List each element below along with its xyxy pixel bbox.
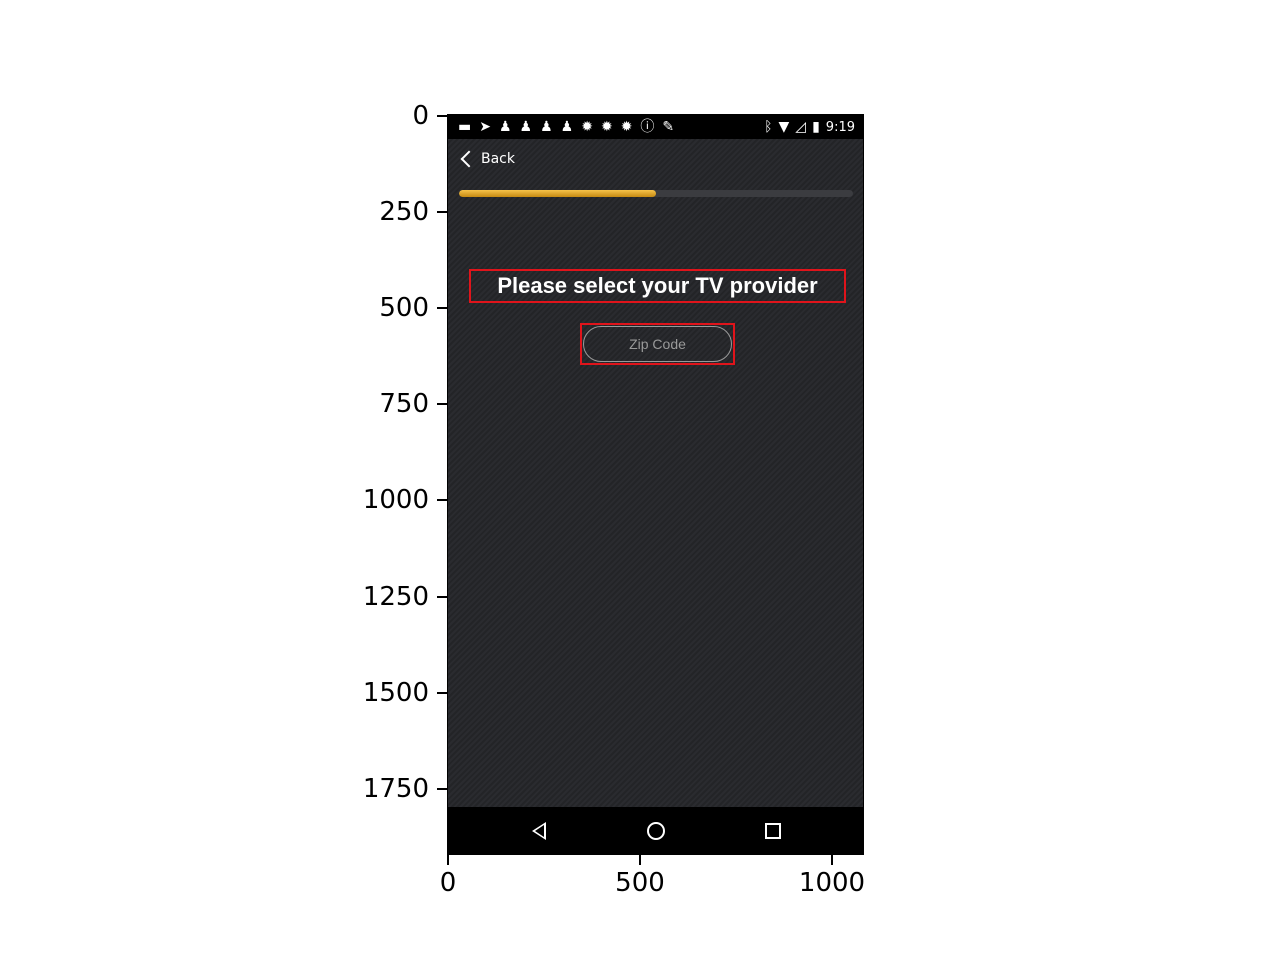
system-icons: ᛒ ▼ ◿ ▮ 9:19 xyxy=(764,120,863,135)
back-label: Back xyxy=(481,151,515,167)
zip-highlight xyxy=(580,323,735,365)
y-tick-mark xyxy=(437,403,447,405)
x-tick-mark xyxy=(639,855,641,865)
status-bar: ▬ ➤ ♟ ♟ ♟ ♟ ✹ ✹ ✹ ⓘ ✎ ᛒ ▼ ◿ ▮ 9:19 xyxy=(448,115,863,139)
app-content: Back Please select your TV provider xyxy=(448,139,863,807)
y-tick-label: 1750 xyxy=(362,774,429,804)
chess-pawn-icon: ♟ xyxy=(540,119,553,135)
y-tick-mark xyxy=(437,499,447,501)
bluetooth-icon: ᛒ xyxy=(764,119,773,135)
y-tick-label: 1000 xyxy=(362,485,429,515)
nav-recents-icon[interactable] xyxy=(765,823,781,839)
y-tick-label: 500 xyxy=(379,293,429,323)
y-tick-label: 1500 xyxy=(362,678,429,708)
progress-bar xyxy=(459,190,853,197)
nav-back-icon[interactable] xyxy=(532,822,546,840)
no-signal-icon: ◿ xyxy=(795,119,807,135)
title-highlight: Please select your TV provider xyxy=(469,269,846,303)
battery-icon: ▮ xyxy=(812,119,820,135)
status-time: 9:19 xyxy=(825,119,855,135)
y-tick-label: 1250 xyxy=(362,582,429,612)
x-tick-label: 1000 xyxy=(798,868,866,898)
nav-home-icon[interactable] xyxy=(647,822,665,840)
send-icon: ➤ xyxy=(479,119,491,135)
y-tick-label: 250 xyxy=(379,197,429,227)
y-tick-label: 750 xyxy=(379,389,429,419)
x-tick-mark xyxy=(447,855,449,865)
chess-pawn-icon: ♟ xyxy=(519,119,533,135)
info-icon: ⓘ xyxy=(640,119,655,135)
y-tick-mark xyxy=(437,211,447,213)
x-tick-label: 500 xyxy=(615,868,665,898)
page-title: Please select your TV provider xyxy=(497,273,818,298)
phone-screen: ▬ ➤ ♟ ♟ ♟ ♟ ✹ ✹ ✹ ⓘ ✎ ᛒ ▼ ◿ ▮ 9:19 Back … xyxy=(448,115,863,854)
y-tick-mark xyxy=(437,307,447,309)
wifi-icon: ▼ xyxy=(778,119,790,135)
x-tick-label: 0 xyxy=(439,868,457,898)
y-tick-mark xyxy=(437,596,447,598)
progress-fill xyxy=(459,190,656,197)
zip-code-input[interactable] xyxy=(583,326,732,362)
back-button[interactable]: Back xyxy=(460,150,515,168)
navigation-bar xyxy=(448,807,863,854)
chess-pawn-icon: ♟ xyxy=(560,119,574,135)
chevron-left-icon xyxy=(460,150,478,168)
dragon-icon: ✹ xyxy=(620,119,633,135)
chess-pawn-icon: ♟ xyxy=(498,119,512,135)
y-tick-label: 0 xyxy=(412,101,429,131)
notification-icons: ▬ ➤ ♟ ♟ ♟ ♟ ✹ ✹ ✹ ⓘ ✎ xyxy=(448,120,674,134)
y-tick-mark xyxy=(437,788,447,790)
dragon-icon: ✹ xyxy=(600,119,613,135)
y-tick-mark xyxy=(437,115,447,117)
message-icon: ▬ xyxy=(458,119,472,135)
plot-frame: ▬ ➤ ♟ ♟ ♟ ♟ ✹ ✹ ✹ ⓘ ✎ ᛒ ▼ ◿ ▮ 9:19 Back … xyxy=(447,114,864,855)
tools-icon: ✎ xyxy=(662,119,675,135)
y-tick-mark xyxy=(437,692,447,694)
dragon-icon: ✹ xyxy=(581,119,593,135)
x-tick-mark xyxy=(831,855,833,865)
